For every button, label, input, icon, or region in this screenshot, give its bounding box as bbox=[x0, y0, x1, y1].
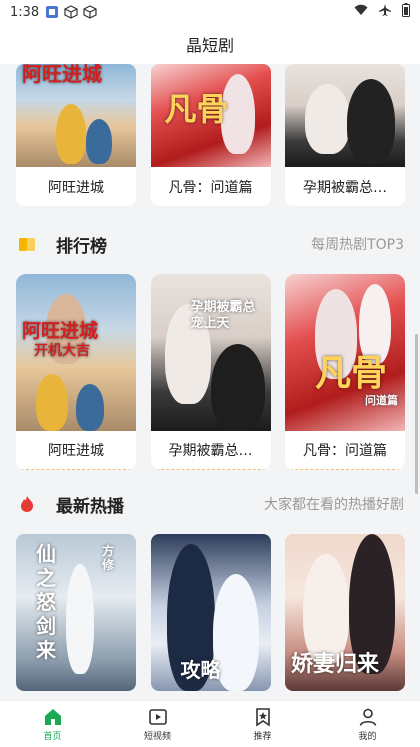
user-icon bbox=[359, 708, 376, 726]
bottom-nav: 首页 短视频 推荐 我的 bbox=[0, 700, 420, 747]
battery-icon bbox=[402, 3, 410, 21]
hot-title: 最新热播 bbox=[56, 496, 124, 517]
drama-title: 孕期被霸总… bbox=[303, 179, 387, 196]
star-icon bbox=[255, 707, 270, 726]
drama-poster bbox=[285, 64, 405, 167]
nav-mine[interactable]: 我的 bbox=[315, 701, 420, 747]
hot-card[interactable]: 攻略 bbox=[150, 534, 271, 691]
poster-title: 凡骨 bbox=[164, 90, 229, 128]
drama-poster: 阿旺进城 开机大吉 bbox=[16, 274, 136, 431]
drama-card[interactable]: 凡骨 凡骨：问道篇 bbox=[150, 64, 271, 206]
poster-title: 仙之怒剑来 bbox=[36, 542, 56, 662]
app-notification-icon bbox=[45, 5, 59, 19]
hot-subtitle[interactable]: 大家都在看的热播好剧 bbox=[264, 494, 404, 514]
home-icon bbox=[44, 708, 61, 725]
airplane-icon bbox=[378, 3, 392, 21]
drama-poster: 仙之怒剑来 方修 bbox=[16, 534, 136, 691]
ranking-grid: 阿旺进城 开机大吉 阿旺进城 孕期被霸总宠上天 孕期被霸总… 凡骨 问道篇 凡骨… bbox=[16, 274, 405, 470]
drama-title: 凡骨：问道篇 bbox=[285, 431, 405, 470]
ranking-icon bbox=[18, 235, 36, 253]
ranking-card[interactable]: 阿旺进城 开机大吉 阿旺进城 bbox=[16, 274, 136, 470]
hot-card[interactable]: 仙之怒剑来 方修 bbox=[16, 534, 136, 691]
drama-title: 孕期被霸总… bbox=[150, 431, 271, 470]
nav-recommend[interactable]: 推荐 bbox=[210, 701, 315, 747]
ranking-subtitle[interactable]: 每周热剧TOP3 bbox=[311, 234, 404, 254]
drama-title: 阿旺进城 bbox=[16, 431, 136, 470]
status-bar: 1:38 bbox=[0, 0, 420, 24]
drama-card[interactable]: 孕期被霸总… bbox=[285, 64, 405, 206]
drama-poster: 攻略 bbox=[150, 534, 271, 691]
poster-subtitle: 方修 bbox=[102, 544, 115, 572]
drama-grid-top: 阿旺进城 阿旺进城 凡骨 凡骨：问道篇 孕期被霸总… bbox=[16, 64, 405, 206]
poster-title: 凡骨 bbox=[315, 352, 388, 394]
ranking-card[interactable]: 凡骨 问道篇 凡骨：问道篇 bbox=[285, 274, 405, 470]
app-title: 晶短剧 bbox=[185, 36, 234, 55]
nav-recommend-label: 推荐 bbox=[253, 731, 272, 742]
nav-home-label: 首页 bbox=[43, 731, 62, 742]
drama-poster: 凡骨 bbox=[150, 64, 271, 167]
drama-poster: 阿旺进城 bbox=[16, 64, 136, 167]
nav-short-video[interactable]: 短视频 bbox=[105, 701, 210, 747]
drama-title: 阿旺进城 bbox=[48, 179, 104, 196]
main-content[interactable]: 阿旺进城 阿旺进城 凡骨 凡骨：问道篇 孕期被霸总… 排行榜 每周热剧TOP3 bbox=[0, 64, 420, 700]
nav-short-video-label: 短视频 bbox=[143, 731, 171, 742]
poster-title: 阿旺进城 bbox=[22, 320, 99, 342]
drama-title: 凡骨：问道篇 bbox=[168, 179, 253, 196]
nav-mine-label: 我的 bbox=[358, 731, 377, 742]
hot-grid: 仙之怒剑来 方修 攻略 娇妻归来 bbox=[16, 534, 405, 691]
hot-card[interactable]: 娇妻归来 bbox=[285, 534, 405, 691]
drama-poster: 凡骨 问道篇 bbox=[285, 274, 405, 431]
app-title-bar: 晶短剧 bbox=[0, 24, 420, 64]
cube-icon bbox=[83, 5, 97, 19]
scrollbar[interactable] bbox=[415, 334, 418, 494]
wifi-icon bbox=[354, 4, 368, 20]
poster-title: 娇妻归来 bbox=[291, 651, 380, 677]
drama-card[interactable]: 阿旺进城 阿旺进城 bbox=[16, 64, 136, 206]
hot-header: 最新热播 大家都在看的热播好剧 bbox=[0, 486, 420, 522]
play-icon bbox=[148, 708, 167, 725]
drama-poster: 孕期被霸总宠上天 bbox=[150, 274, 271, 431]
status-time: 1:38 bbox=[10, 4, 40, 20]
poster-subtitle: 问道篇 bbox=[365, 394, 398, 407]
poster-title: 孕期被霸总宠上天 bbox=[190, 300, 256, 331]
ranking-card[interactable]: 孕期被霸总宠上天 孕期被霸总… bbox=[150, 274, 271, 470]
ranking-title: 排行榜 bbox=[56, 236, 107, 257]
nav-home[interactable]: 首页 bbox=[0, 701, 105, 747]
poster-title: 阿旺进城 bbox=[22, 64, 102, 86]
poster-subtitle: 开机大吉 bbox=[34, 343, 90, 359]
cube-icon bbox=[64, 5, 78, 19]
drama-poster: 娇妻归来 bbox=[285, 534, 405, 691]
flame-icon bbox=[18, 495, 36, 513]
poster-title: 攻略 bbox=[180, 658, 221, 682]
ranking-header: 排行榜 每周热剧TOP3 bbox=[0, 226, 420, 262]
